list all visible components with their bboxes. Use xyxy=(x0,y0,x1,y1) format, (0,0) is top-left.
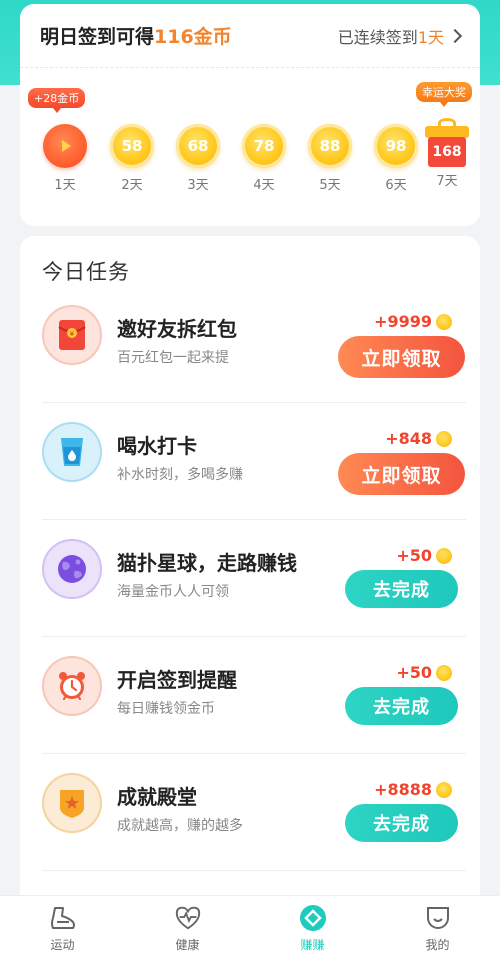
nav-item-earn[interactable]: 赚赚 xyxy=(250,896,375,970)
day-label: 3天 xyxy=(187,178,209,193)
coin-icon: 78 xyxy=(242,124,286,168)
bonus-badge: +28金币 xyxy=(28,88,86,113)
reward-value: +50 xyxy=(396,546,432,565)
svg-text:¥: ¥ xyxy=(70,330,75,338)
coin-icon: 98 xyxy=(374,124,418,168)
gift-box-icon: 168 xyxy=(425,118,469,167)
task-item-invite: ¥ 邀好友拆红包 百元红包一起来提 +9999 立即领取 xyxy=(20,286,480,403)
go-complete-button[interactable]: 去完成 xyxy=(345,804,458,842)
day-label: 1天 xyxy=(54,178,76,193)
chevron-right-icon xyxy=(447,28,463,43)
divider xyxy=(42,870,466,871)
shoe-icon xyxy=(49,904,77,932)
streak-prefix: 已连续签到 xyxy=(337,27,418,47)
tasks-card: 今日任务 ¥ 邀好友拆红包 百元红包一起来提 +9999 立即领取 喝水打卡 补… xyxy=(20,236,480,896)
day-label: 2天 xyxy=(121,178,143,193)
signin-day-1[interactable]: 1天 xyxy=(35,124,95,193)
coin-icon: 68 xyxy=(176,124,220,168)
gift-value: 168 xyxy=(428,137,466,167)
planet-icon xyxy=(42,539,102,599)
task-item-reminder: 开启签到提醒 每日赚钱领金币 +50 去完成 xyxy=(20,637,480,754)
streak-days: 1天 xyxy=(417,27,444,47)
coin-icon xyxy=(436,781,452,798)
task-reward: +50 xyxy=(396,546,452,565)
nav-label: 我的 xyxy=(425,938,450,952)
reward-value: +9999 xyxy=(374,312,432,331)
day-label: 5天 xyxy=(319,178,341,193)
task-desc: 成就越高，赚的越多 xyxy=(117,818,243,834)
diamond-icon xyxy=(299,904,327,932)
task-desc: 补水时刻，多喝多赚 xyxy=(117,467,243,483)
task-name: 猫扑星球，走路赚钱 xyxy=(117,551,297,575)
nav-label: 赚赚 xyxy=(300,938,325,952)
signin-days-row: 1天 58 2天 68 3天 78 4天 88 5天 98 6天 168 7天 xyxy=(20,68,480,218)
task-reward: +9999 xyxy=(374,312,452,331)
red-envelope-icon: ¥ xyxy=(42,305,102,365)
signin-card: 明日签到可得 116金币 已连续签到 1天 1天 58 2天 68 3天 78 … xyxy=(20,4,480,226)
coin-icon xyxy=(436,664,452,681)
bottom-nav: 运动 健康 赚赚 我的 xyxy=(0,895,500,970)
signin-title: 明日签到可得 116金币 xyxy=(40,22,232,49)
signin-day-2[interactable]: 58 2天 xyxy=(102,124,162,193)
claim-button[interactable]: 立即领取 xyxy=(338,453,465,495)
nav-label: 运动 xyxy=(50,938,75,952)
task-reward: +8888 xyxy=(374,780,452,799)
coin-icon: 58 xyxy=(110,124,154,168)
day-label: 4天 xyxy=(253,178,275,193)
profile-icon xyxy=(424,904,452,932)
nav-label: 健康 xyxy=(175,938,200,952)
water-cup-icon xyxy=(42,422,102,482)
heart-pulse-icon xyxy=(174,904,202,932)
task-name: 邀好友拆红包 xyxy=(117,317,237,341)
task-name: 喝水打卡 xyxy=(117,434,197,458)
signin-title-prefix: 明日签到可得 xyxy=(40,26,155,48)
coin-icon xyxy=(436,430,452,447)
go-complete-button[interactable]: 去完成 xyxy=(345,570,458,608)
task-name: 成就殿堂 xyxy=(117,785,197,809)
signin-day-3[interactable]: 68 3天 xyxy=(168,124,228,193)
reward-value: +50 xyxy=(396,663,432,682)
alarm-clock-icon xyxy=(42,656,102,716)
nav-item-sport[interactable]: 运动 xyxy=(0,896,125,970)
signin-header: 明日签到可得 116金币 已连续签到 1天 xyxy=(20,4,480,68)
task-desc: 每日赚钱领金币 xyxy=(117,701,215,717)
nav-item-health[interactable]: 健康 xyxy=(125,896,250,970)
task-reward: +848 xyxy=(385,429,452,448)
claim-button[interactable]: 立即领取 xyxy=(338,336,465,378)
tasks-title: 今日任务 xyxy=(42,260,130,284)
task-reward: +50 xyxy=(396,663,452,682)
signin-day-7[interactable]: 168 7天 xyxy=(417,118,477,189)
task-desc: 海量金币人人可领 xyxy=(117,584,229,600)
coin-icon: 88 xyxy=(308,124,352,168)
reward-value: +8888 xyxy=(374,780,432,799)
signin-day-4[interactable]: 78 4天 xyxy=(234,124,294,193)
streak-link[interactable]: 已连续签到 1天 xyxy=(337,24,463,48)
reward-value: +848 xyxy=(385,429,432,448)
task-name: 开启签到提醒 xyxy=(117,668,237,692)
signin-title-coins: 116金币 xyxy=(154,26,232,48)
signin-day-5[interactable]: 88 5天 xyxy=(300,124,360,193)
play-coin-icon xyxy=(43,124,87,168)
day-label: 7天 xyxy=(436,174,458,189)
go-complete-button[interactable]: 去完成 xyxy=(345,687,458,725)
medal-icon xyxy=(42,773,102,833)
coin-icon xyxy=(436,313,452,330)
nav-item-mine[interactable]: 我的 xyxy=(375,896,500,970)
task-item-water: 喝水打卡 补水时刻，多喝多赚 +848 立即领取 xyxy=(20,403,480,520)
coin-icon xyxy=(436,547,452,564)
task-item-planet: 猫扑星球，走路赚钱 海量金币人人可领 +50 去完成 xyxy=(20,520,480,637)
task-desc: 百元红包一起来提 xyxy=(117,350,229,366)
lucky-prize-badge: 幸运大奖 xyxy=(416,82,472,107)
task-item-achievement: 成就殿堂 成就越高，赚的越多 +8888 去完成 xyxy=(20,754,480,871)
